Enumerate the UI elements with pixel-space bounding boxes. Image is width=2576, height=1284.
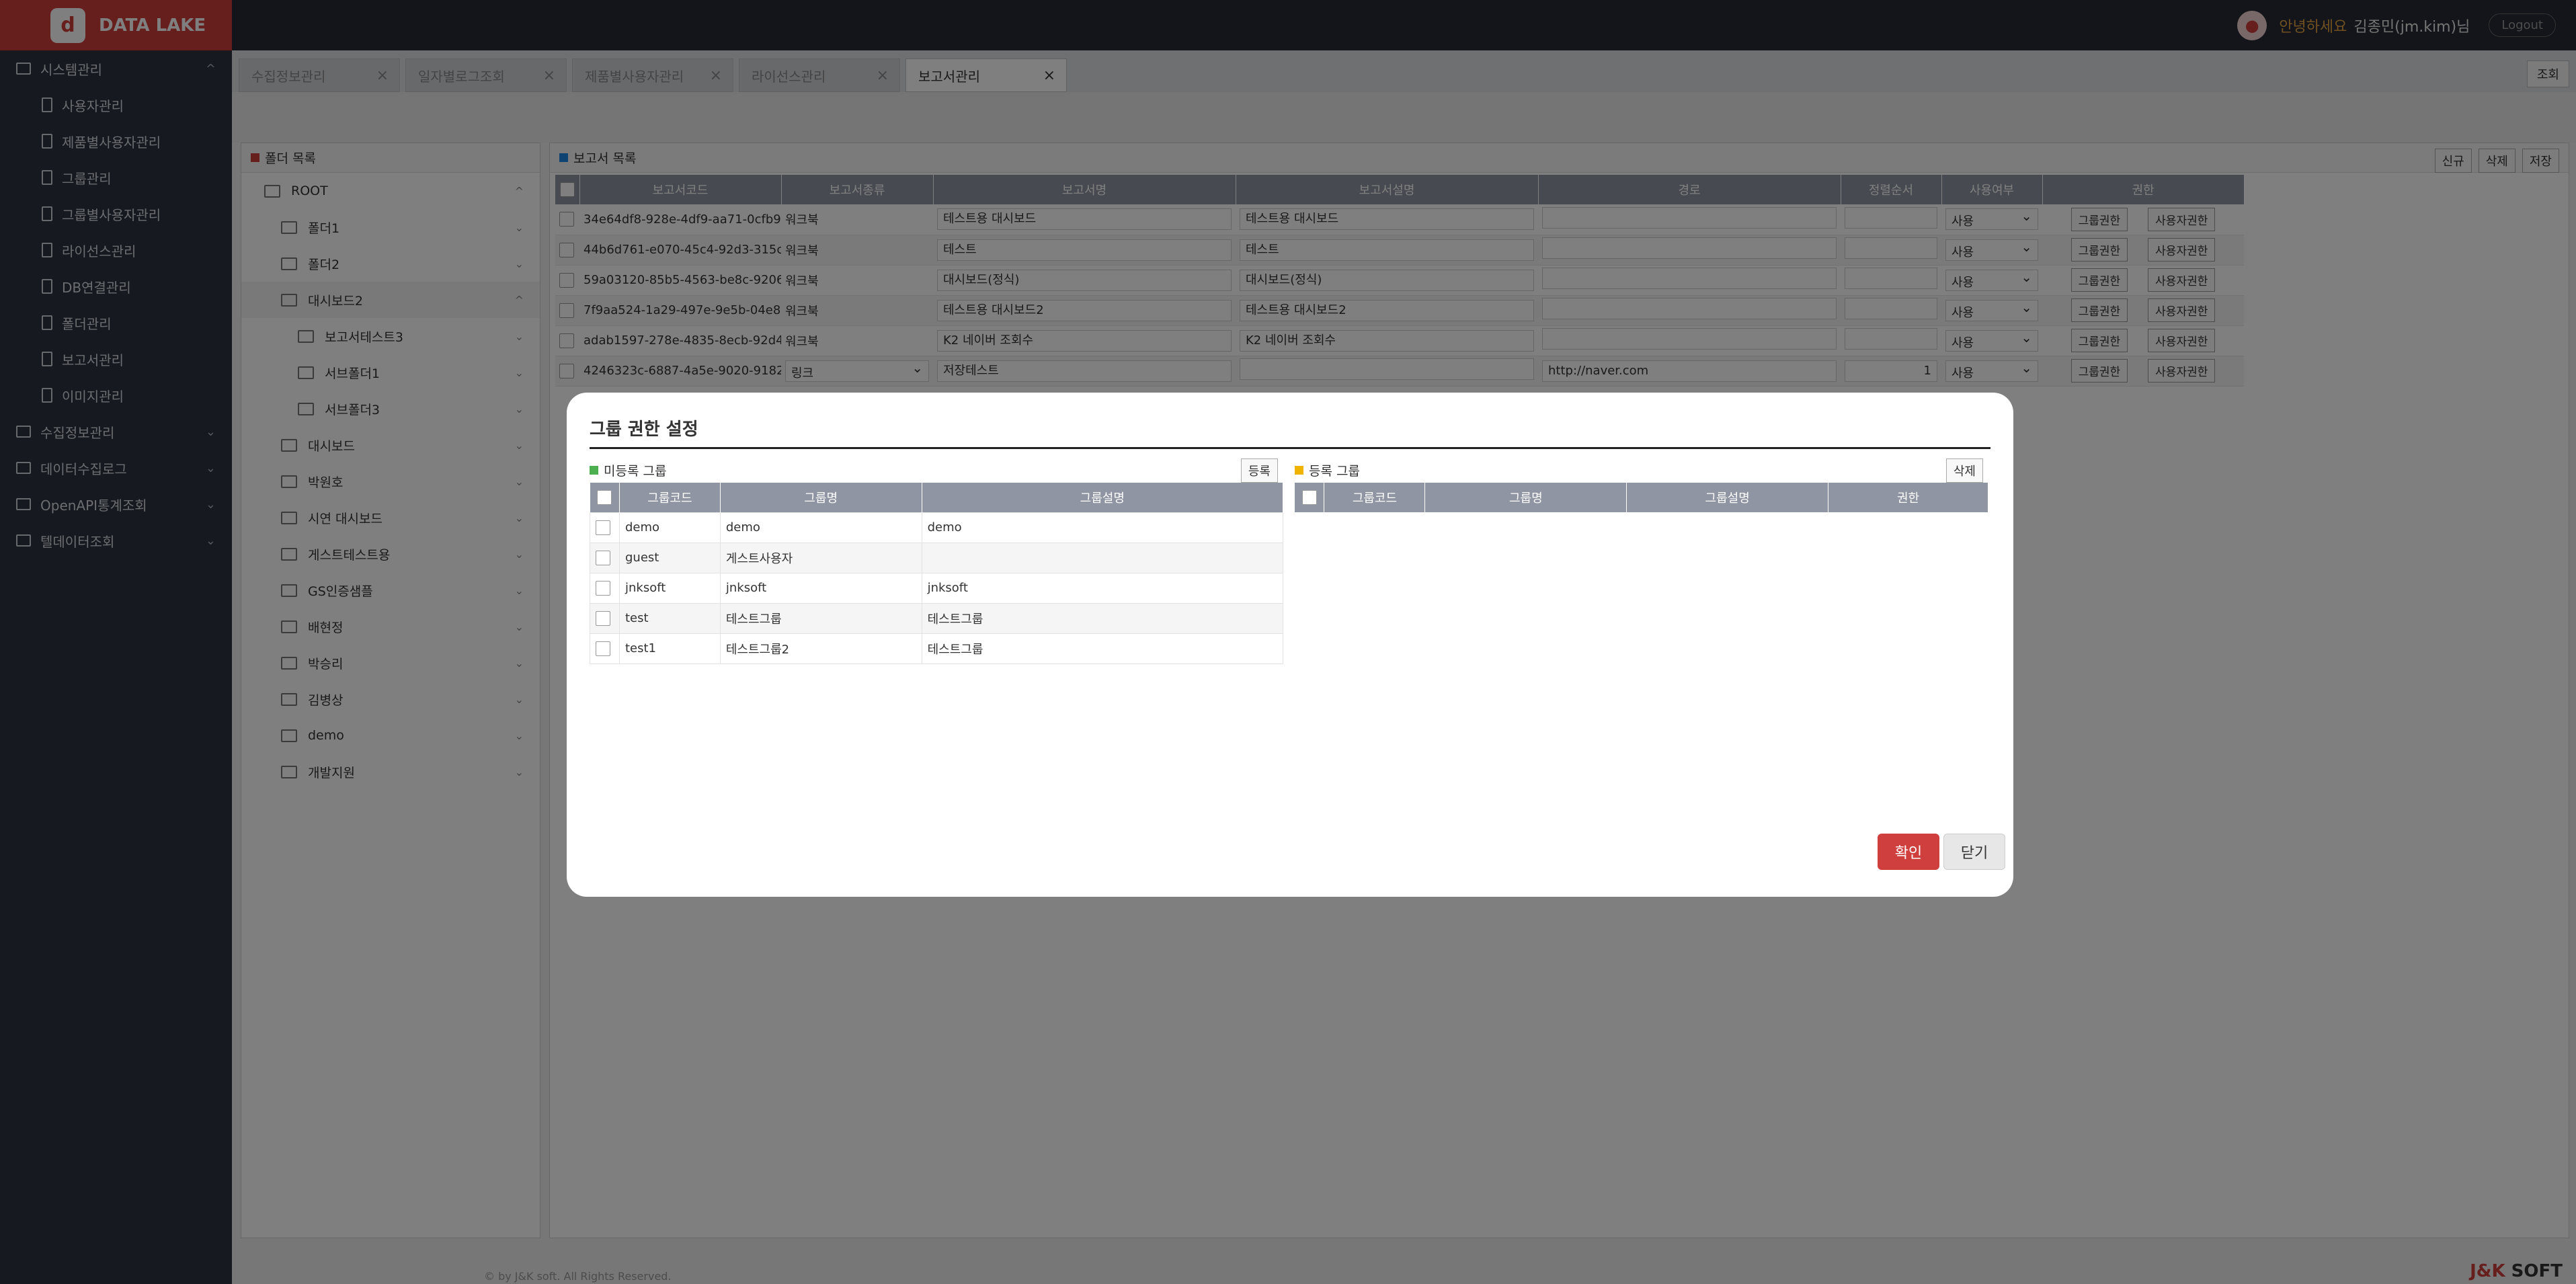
row-checkbox[interactable] [596,641,610,656]
registered-group-table: 그룹코드 그룹명 그룹설명 권한 [1295,483,1988,512]
registered-group-panel: 등록 그룹 삭제 그룹코드 그룹명 그룹설명 권한 [1295,457,1988,512]
table-row[interactable]: guest 게스트사용자 [590,542,1284,573]
column-header[interactable]: 그룹설명 [922,483,1284,512]
row-select-cell [590,542,620,573]
confirm-button[interactable]: 확인 [1878,834,1939,870]
row-checkbox[interactable] [596,520,610,535]
column-header[interactable]: 권한 [1828,483,1988,512]
table-row[interactable]: test1 테스트그룹2 테스트그룹 [590,633,1284,664]
table-cell: 테스트그룹2 [719,633,922,664]
unregistered-table-body: demo demo demo guest 게스트사용자 jnksoft jnksoft jnk… [590,512,1284,664]
row-select-cell [590,633,620,664]
column-header[interactable]: 그룹명 [720,483,922,512]
select-all-cell[interactable] [590,483,620,512]
row-checkbox[interactable] [596,580,610,596]
remove-button[interactable]: 삭제 [1945,458,1983,483]
modal-overlay[interactable]: 그룹 권한 설정 미등록 그룹 등록 그룹코드 그룹명 그룹설명 demo demo d… [0,0,2576,1284]
unregistered-group-table: 그룹코드 그룹명 그룹설명 demo demo demo guest 게스트사용자 jnkso… [590,483,1284,664]
unregistered-group-panel: 미등록 그룹 등록 그룹코드 그룹명 그룹설명 demo demo demo guest 게… [590,457,1284,664]
table-row[interactable]: demo demo demo [590,512,1284,543]
table-cell: 게스트사용자 [719,542,922,573]
table-cell: jnksoft [921,572,1284,604]
unregistered-marker-icon [590,465,598,475]
column-header[interactable]: 그룹코드 [619,483,721,512]
close-button[interactable]: 닫기 [1943,834,2005,870]
registered-group-title: 등록 그룹 [1309,463,1360,479]
table-cell: jnksoft [719,572,922,604]
table-cell: guest [618,542,721,573]
register-button[interactable]: 등록 [1240,458,1278,483]
table-row[interactable]: test 테스트그룹 테스트그룹 [590,602,1284,634]
row-select-cell [590,602,620,634]
unregistered-group-header: 미등록 그룹 등록 [590,457,1283,483]
column-header[interactable]: 그룹설명 [1626,483,1829,512]
select-all-checkbox[interactable] [597,489,612,505]
table-cell: 테스트그룹 [719,602,922,634]
row-checkbox[interactable] [596,550,610,565]
table-cell: test1 [618,633,721,664]
table-cell: demo [921,512,1284,543]
table-cell: 테스트그룹 [921,633,1284,664]
select-all-cell[interactable] [1295,483,1325,512]
table-cell: test [618,602,721,634]
row-checkbox[interactable] [596,610,610,626]
table-cell: demo [618,512,721,543]
table-row[interactable]: jnksoft jnksoft jnksoft [590,572,1284,604]
unregistered-group-title: 미등록 그룹 [604,463,667,479]
column-header[interactable]: 그룹명 [1424,483,1627,512]
column-header[interactable]: 그룹코드 [1324,483,1426,512]
app: d DATA LAKE 시스템관리^사용자관리제품별사용자관리그룹관리그룹별사용… [0,0,2576,1284]
select-all-checkbox[interactable] [1301,490,1317,505]
table-cell: demo [719,512,922,543]
registered-marker-icon [1295,465,1303,475]
row-select-cell [590,572,620,604]
group-permission-modal: 그룹 권한 설정 미등록 그룹 등록 그룹코드 그룹명 그룹설명 demo demo d… [567,393,2013,897]
unregistered-table-header: 그룹코드 그룹명 그룹설명 [590,483,1284,512]
row-select-cell [590,512,620,543]
registered-table-header: 그룹코드 그룹명 그룹설명 권한 [1295,483,1988,512]
table-cell: jnksoft [618,572,721,604]
modal-title: 그룹 권한 설정 [590,409,1990,449]
table-cell [921,542,1284,573]
registered-group-header: 등록 그룹 삭제 [1295,457,1988,483]
table-cell: 테스트그룹 [921,602,1284,634]
